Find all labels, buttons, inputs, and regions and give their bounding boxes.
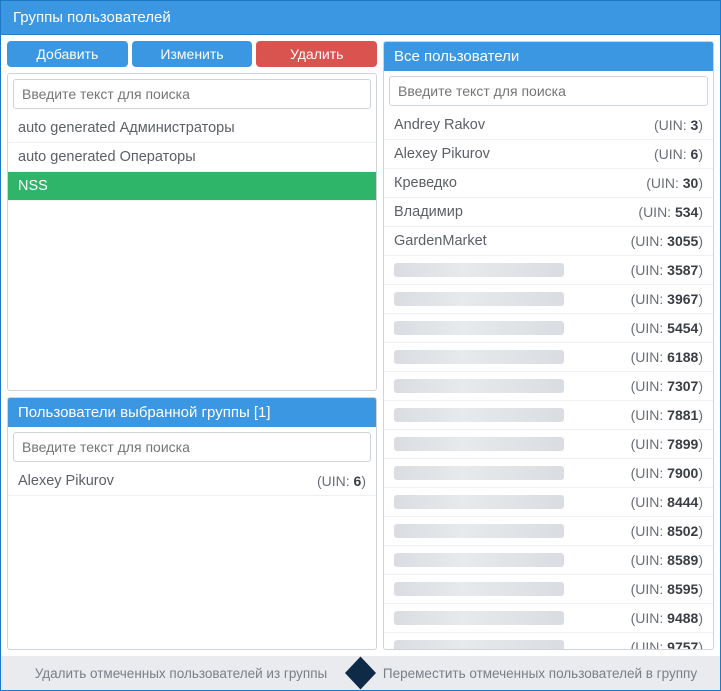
- user-uin: (UIN: 7899): [631, 436, 703, 452]
- user-name: [394, 611, 564, 625]
- user-row[interactable]: (UIN: 8595): [384, 575, 713, 604]
- user-row[interactable]: Владимир (UIN: 534): [384, 198, 713, 227]
- user-uin: (UIN: 3587): [631, 262, 703, 278]
- user-uin: (UIN: 7900): [631, 465, 703, 481]
- add-button[interactable]: Добавить: [7, 41, 128, 67]
- user-name: [394, 553, 564, 567]
- groups-list[interactable]: auto generated Администраторы auto genera…: [8, 114, 376, 390]
- user-name: [394, 437, 564, 451]
- user-row[interactable]: Alexey Pikurov (UIN: 6): [8, 467, 376, 496]
- user-row[interactable]: (UIN: 7900): [384, 459, 713, 488]
- user-uin: (UIN: 9757): [631, 639, 703, 649]
- move-to-group-button[interactable]: Переместить отмеченных пользователей в г…: [360, 656, 720, 690]
- user-name: [394, 466, 564, 480]
- window-title: Группы пользователей: [1, 1, 720, 35]
- left-column: Добавить Изменить Удалить auto generated…: [7, 41, 377, 650]
- user-row[interactable]: (UIN: 9488): [384, 604, 713, 633]
- user-name: [394, 379, 564, 393]
- groups-search-input[interactable]: [13, 79, 371, 109]
- user-row[interactable]: (UIN: 3587): [384, 256, 713, 285]
- group-label: auto generated Администраторы: [18, 120, 235, 136]
- user-row[interactable]: (UIN: 9757): [384, 633, 713, 649]
- user-uin: (UIN: 3967): [631, 291, 703, 307]
- group-action-row: Добавить Изменить Удалить: [7, 41, 377, 67]
- group-members-header: Пользователи выбранной группы [1]: [8, 398, 376, 427]
- groups-panel: auto generated Администраторы auto genera…: [7, 73, 377, 391]
- members-search-input[interactable]: [13, 432, 371, 462]
- user-uin: (UIN: 6): [317, 473, 366, 489]
- user-name: Alexey Pikurov: [18, 473, 114, 489]
- user-row[interactable]: (UIN: 8444): [384, 488, 713, 517]
- user-uin: (UIN: 6188): [631, 349, 703, 365]
- user-row[interactable]: (UIN: 5454): [384, 314, 713, 343]
- user-name: [394, 408, 564, 422]
- footer-bar: Удалить отмеченных пользователей из груп…: [1, 656, 720, 690]
- user-name: Alexey Pikurov: [394, 146, 490, 162]
- user-row[interactable]: Andrey Rakov (UIN: 3): [384, 111, 713, 140]
- remove-from-group-button[interactable]: Удалить отмеченных пользователей из груп…: [1, 656, 361, 690]
- user-uin: (UIN: 7307): [631, 378, 703, 394]
- user-name: Andrey Rakov: [394, 117, 485, 133]
- user-uin: (UIN: 9488): [631, 610, 703, 626]
- user-name: Владимир: [394, 204, 463, 220]
- user-uin: (UIN: 8444): [631, 494, 703, 510]
- user-name: [394, 263, 564, 277]
- all-users-header: Все пользователи: [384, 42, 713, 71]
- user-row[interactable]: (UIN: 8589): [384, 546, 713, 575]
- user-uin: (UIN: 8502): [631, 523, 703, 539]
- user-name: [394, 321, 564, 335]
- user-row[interactable]: (UIN: 3967): [384, 285, 713, 314]
- edit-button[interactable]: Изменить: [132, 41, 253, 67]
- group-label: NSS: [18, 178, 48, 194]
- group-label: auto generated Операторы: [18, 149, 196, 165]
- user-name: [394, 350, 564, 364]
- user-row[interactable]: (UIN: 7881): [384, 401, 713, 430]
- user-name: Креведко: [394, 175, 457, 191]
- user-uin: (UIN: 7881): [631, 407, 703, 423]
- user-row[interactable]: (UIN: 8502): [384, 517, 713, 546]
- user-uin: (UIN: 3): [654, 117, 703, 133]
- user-row[interactable]: (UIN: 7307): [384, 372, 713, 401]
- group-row[interactable]: auto generated Администраторы: [8, 114, 376, 143]
- group-row[interactable]: NSS: [8, 172, 376, 201]
- user-row[interactable]: Креведко (UIN: 30): [384, 169, 713, 198]
- user-name: [394, 495, 564, 509]
- group-row[interactable]: auto generated Операторы: [8, 143, 376, 172]
- user-uin: (UIN: 3055): [631, 233, 703, 249]
- user-groups-window: Группы пользователей Добавить Изменить У…: [0, 0, 721, 691]
- all-users-panel: Все пользователи Andrey Rakov (UIN: 3) Ale…: [383, 41, 714, 650]
- user-row[interactable]: Alexey Pikurov (UIN: 6): [384, 140, 713, 169]
- user-name: GardenMarket: [394, 233, 487, 249]
- group-members-panel: Пользователи выбранной группы [1] Alexey…: [7, 397, 377, 650]
- user-uin: (UIN: 8589): [631, 552, 703, 568]
- all-users-search-input[interactable]: [389, 76, 708, 106]
- delete-button[interactable]: Удалить: [256, 41, 377, 67]
- user-uin: (UIN: 30): [646, 175, 703, 191]
- user-uin: (UIN: 5454): [631, 320, 703, 336]
- user-row[interactable]: GardenMarket (UIN: 3055): [384, 227, 713, 256]
- right-column: Все пользователи Andrey Rakov (UIN: 3) Ale…: [383, 41, 714, 650]
- members-list[interactable]: Alexey Pikurov (UIN: 6): [8, 467, 376, 649]
- user-uin: (UIN: 8595): [631, 581, 703, 597]
- user-row[interactable]: (UIN: 7899): [384, 430, 713, 459]
- all-users-list[interactable]: Andrey Rakov (UIN: 3) Alexey Pikurov (UIN: …: [384, 111, 713, 649]
- user-name: [394, 640, 564, 649]
- user-name: [394, 292, 564, 306]
- user-row[interactable]: (UIN: 6188): [384, 343, 713, 372]
- user-uin: (UIN: 6): [654, 146, 703, 162]
- user-name: [394, 582, 564, 596]
- user-uin: (UIN: 534): [638, 204, 703, 220]
- user-name: [394, 524, 564, 538]
- body: Добавить Изменить Удалить auto generated…: [1, 35, 720, 656]
